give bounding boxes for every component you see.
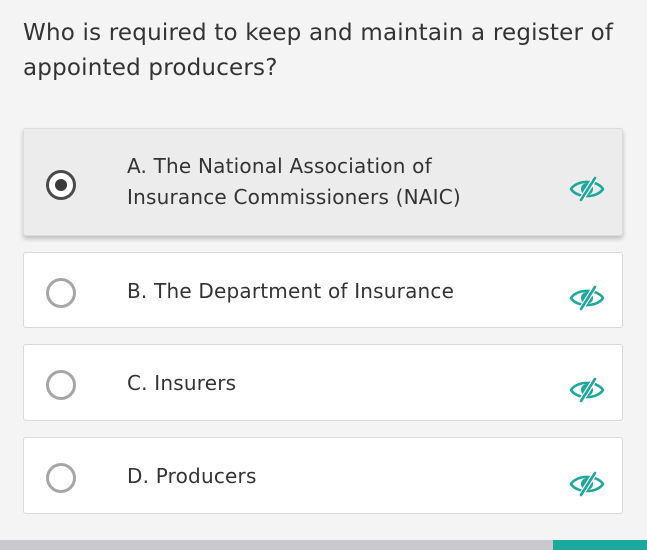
eye-off-icon[interactable] <box>569 377 605 403</box>
option-label: B. The Department of Insurance <box>127 279 455 303</box>
answer-option-b[interactable]: B. The Department of Insurance <box>23 252 623 328</box>
radio-dot <box>55 179 67 191</box>
answer-option-d[interactable]: D. Producers <box>23 437 623 514</box>
radio-button[interactable] <box>46 370 76 400</box>
progress-bar-fill <box>553 540 647 550</box>
option-label: D. Producers <box>127 464 257 488</box>
eye-off-icon[interactable] <box>569 176 605 202</box>
answer-option-c[interactable]: C. Insurers <box>23 344 623 421</box>
progress-bar <box>0 540 647 550</box>
eye-off-icon[interactable] <box>569 285 605 311</box>
radio-button-selected[interactable] <box>46 170 76 200</box>
radio-button[interactable] <box>46 278 76 308</box>
option-label: C. Insurers <box>127 371 237 395</box>
answer-option-a[interactable]: A. The National Association of Insurance… <box>23 128 623 236</box>
eye-off-icon[interactable] <box>569 471 605 497</box>
question-text: Who is required to keep and maintain a r… <box>23 20 614 81</box>
option-label: A. The National Association of Insurance… <box>127 154 461 209</box>
radio-button[interactable] <box>46 463 76 493</box>
